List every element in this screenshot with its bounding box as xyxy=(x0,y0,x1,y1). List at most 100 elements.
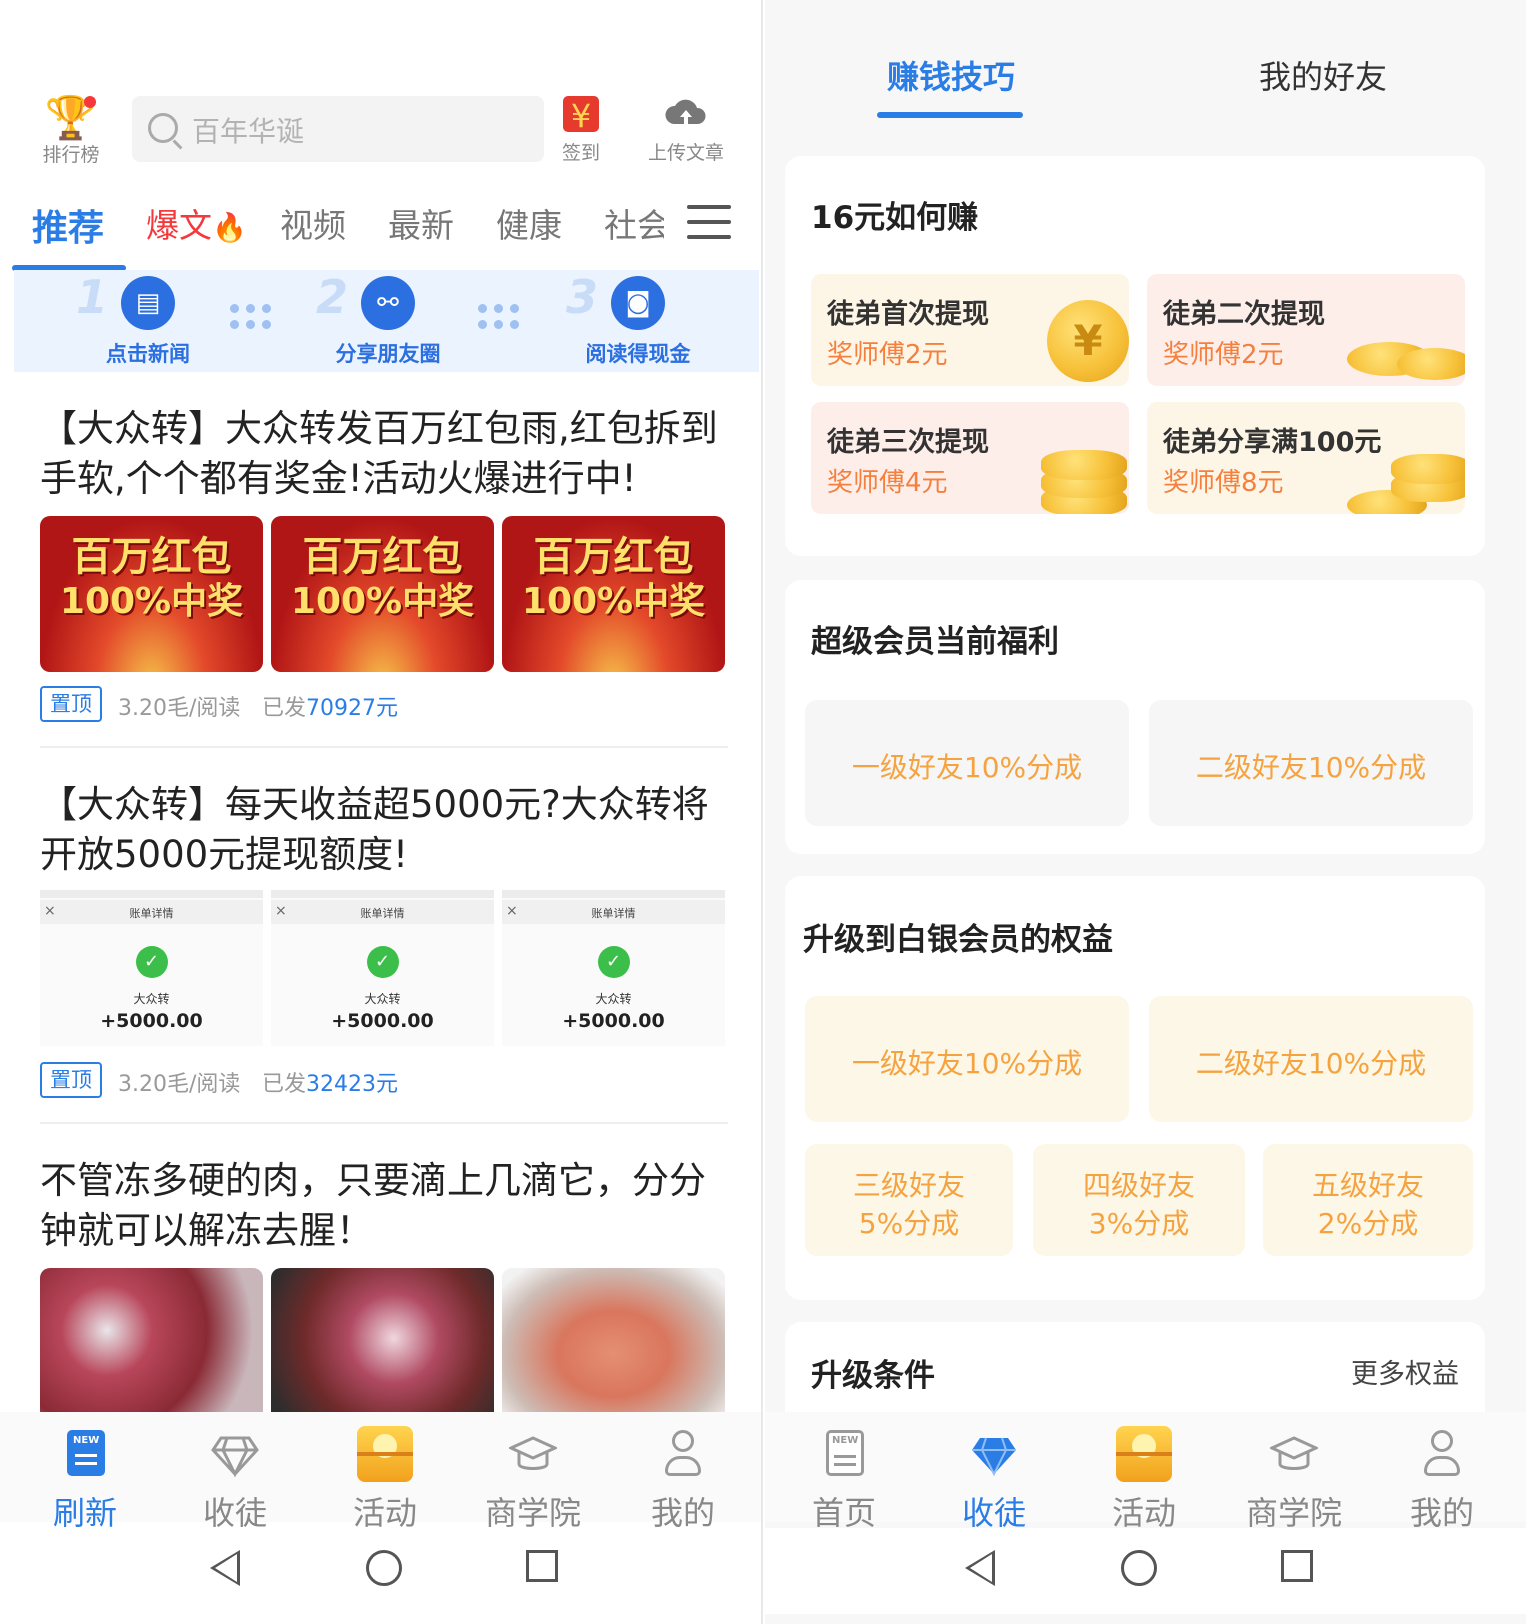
tab-earning-tips[interactable]: 赚钱技巧 xyxy=(887,52,1015,98)
tab-health[interactable]: 健康 xyxy=(496,199,562,247)
step-number: 3 xyxy=(566,270,599,324)
paid-total: 已发70927元 xyxy=(262,696,399,721)
chest-icon xyxy=(1116,1426,1172,1482)
hongbao-image: 百万红包 100%中奖 xyxy=(271,516,494,672)
recents-icon[interactable] xyxy=(1281,1550,1313,1582)
tab-video[interactable]: 视频 xyxy=(280,199,346,247)
tip-third-withdraw: 徒弟三次提现 奖师傅4元 xyxy=(811,402,1129,514)
tab-recommend[interactable]: 推荐 xyxy=(32,199,104,251)
cloud-upload-icon xyxy=(665,99,706,124)
upload-article-button[interactable]: 上传文章 xyxy=(648,94,724,165)
more-benefits-link[interactable]: 更多权益 xyxy=(1351,1352,1459,1391)
article-item[interactable]: 不管冻多硬的肉，只要滴上几滴它，分分钟就可以解冻去腥！ xyxy=(40,1156,730,1424)
nav-academy[interactable]: 商学院 xyxy=(1229,1412,1359,1534)
step-2: 2 ⚯ 分享朋友圈 xyxy=(316,270,458,368)
news-icon: ▤ xyxy=(121,276,175,330)
silver-member-card: 升级到白银会员的权益 一级好友10%分成 二级好友10%分成 三级好友 5%分成 … xyxy=(785,876,1485,1300)
recruit-screen: 赚钱技巧 我的好友 16元如何赚 徒弟首次提现 奖师傅2元 ¥ 徒弟二次提现 奖… xyxy=(765,0,1526,1624)
cap-icon xyxy=(1270,1436,1318,1470)
step-number: 1 xyxy=(76,270,109,324)
tab-hot[interactable]: 爆文🔥 xyxy=(146,199,247,247)
step-3: 3 ◙ 阅读得现金 xyxy=(566,270,708,368)
bill-screenshot: × 账单详情 ✓ 大众转 +5000.00 xyxy=(271,890,494,1046)
back-icon[interactable] xyxy=(210,1550,240,1586)
bottom-nav: NEW 首页 收徒 活动 商学院 我的 xyxy=(765,1412,1526,1532)
nav-activity[interactable]: 活动 xyxy=(320,1412,450,1534)
home-icon[interactable] xyxy=(366,1550,402,1586)
frozen-meat-image xyxy=(271,1268,494,1424)
red-envelope-icon: ¥ xyxy=(563,96,599,135)
nav-mine[interactable]: 我的 xyxy=(1377,1412,1507,1534)
recruit-tabs: 赚钱技巧 我的好友 xyxy=(765,0,1526,140)
news-feed-screen: 🏆 排行榜 百年华诞 ¥ 签到 上传文章 推荐 爆文🔥 视频 最新 健康 社会 xyxy=(0,0,763,1624)
benefit-item: 三级好友 5%分成 xyxy=(805,1144,1013,1256)
check-icon: ✓ xyxy=(597,946,630,978)
paid-total: 已发32423元 xyxy=(262,1072,399,1097)
share-icon: ⚯ xyxy=(361,276,415,330)
yen-coin-icon: ¥ xyxy=(1047,300,1129,382)
article-item[interactable]: 【大众转】每天收益超5000元?大众转将开放5000元提现额度! × 账单详情 ✓… xyxy=(40,780,730,1102)
cash-icon: ◙ xyxy=(611,276,665,330)
tab-society[interactable]: 社会 xyxy=(604,199,664,247)
tab-latest[interactable]: 最新 xyxy=(388,199,454,247)
hongbao-image: 百万红包 100%中奖 xyxy=(502,516,725,672)
article-title: 【大众转】大众转发百万红包雨,红包拆到手软,个个都有奖金!活动火爆进行中! xyxy=(40,407,718,500)
active-tab-indicator xyxy=(877,112,1023,118)
news-icon: NEW xyxy=(67,1430,105,1476)
coin-stack-icon xyxy=(1391,454,1465,484)
check-icon: ✓ xyxy=(366,946,399,978)
earn-tips-card: 16元如何赚 徒弟首次提现 奖师傅2元 ¥ 徒弟二次提现 奖师傅2元 徒弟三次提… xyxy=(785,156,1485,556)
benefit-item: 五级好友 2%分成 xyxy=(1263,1144,1473,1256)
step-1: 1 ▤ 点击新闻 xyxy=(76,270,218,368)
thawed-meat-image xyxy=(502,1268,725,1424)
nav-activity[interactable]: 活动 xyxy=(1079,1412,1209,1534)
tab-my-friends[interactable]: 我的好友 xyxy=(1259,52,1387,98)
nav-academy[interactable]: 商学院 xyxy=(468,1412,598,1534)
nav-recruit[interactable]: 收徒 xyxy=(929,1412,1059,1534)
system-nav-bar xyxy=(765,1528,1526,1614)
rank-button[interactable]: 🏆 排行榜 xyxy=(36,96,106,167)
search-input[interactable]: 百年华诞 xyxy=(132,96,544,162)
nav-mine[interactable]: 我的 xyxy=(618,1412,748,1534)
back-icon[interactable] xyxy=(965,1550,995,1586)
article-images xyxy=(40,1268,730,1424)
rank-label: 排行榜 xyxy=(42,144,100,166)
bill-screenshot: × 账单详情 ✓ 大众转 +5000.00 xyxy=(40,890,263,1046)
step-number: 2 xyxy=(316,270,349,324)
card-title: 升级条件 xyxy=(811,1358,935,1394)
article-item[interactable]: 【大众转】大众转发百万红包雨,红包拆到手软,个个都有奖金!活动火爆进行中! 百万… xyxy=(40,404,730,726)
read-rate: 3.20毛/阅读 xyxy=(118,696,241,721)
cap-icon xyxy=(509,1436,557,1470)
menu-icon[interactable] xyxy=(687,205,731,241)
benefit-item: 一级好友10%分成 xyxy=(805,700,1129,826)
home-icon[interactable] xyxy=(1121,1550,1157,1586)
nav-home[interactable]: NEW 首页 xyxy=(779,1412,909,1534)
divider xyxy=(40,746,728,748)
step-label: 点击新闻 xyxy=(106,342,190,366)
search-icon xyxy=(148,113,178,143)
notification-dot xyxy=(84,96,96,108)
check-icon: ✓ xyxy=(135,946,168,978)
news-icon: NEW xyxy=(826,1430,864,1476)
article-title: 【大众转】每天收益超5000元?大众转将开放5000元提现额度! xyxy=(40,783,709,876)
nav-recruit[interactable]: 收徒 xyxy=(170,1412,300,1534)
step-label: 分享朋友圈 xyxy=(335,342,441,366)
card-title: 升级到白银会员的权益 xyxy=(803,922,1113,958)
steps-banner[interactable]: 1 ▤ 点击新闻 2 ⚯ 分享朋友圈 3 ◙ 阅读得现金 xyxy=(14,270,759,372)
divider xyxy=(40,1122,728,1124)
benefit-item: 二级好友10%分成 xyxy=(1149,996,1473,1122)
hongbao-image: 百万红包 100%中奖 xyxy=(40,516,263,672)
recents-icon[interactable] xyxy=(526,1550,558,1582)
card-title: 超级会员当前福利 xyxy=(811,624,1059,660)
category-tabs: 推荐 爆文🔥 视频 最新 健康 社会 xyxy=(0,185,761,273)
bottom-nav: NEW 刷新 收徒 活动 商学院 我的 xyxy=(0,1412,761,1532)
article-meta: 置顶 3.20毛/阅读 已发32423元 xyxy=(40,1062,730,1102)
nav-refresh[interactable]: NEW 刷新 xyxy=(20,1412,150,1534)
checkin-button[interactable]: ¥ 签到 xyxy=(562,94,600,165)
chest-icon xyxy=(357,1426,413,1482)
system-nav-bar xyxy=(0,1528,761,1614)
checkin-label: 签到 xyxy=(562,142,601,164)
coin-stack-icon xyxy=(1041,450,1127,480)
article-images: × 账单详情 ✓ 大众转 +5000.00 × 账单详情 ✓ 大众转 +5000.0… xyxy=(40,890,730,1046)
pinned-badge: 置顶 xyxy=(40,1062,102,1098)
